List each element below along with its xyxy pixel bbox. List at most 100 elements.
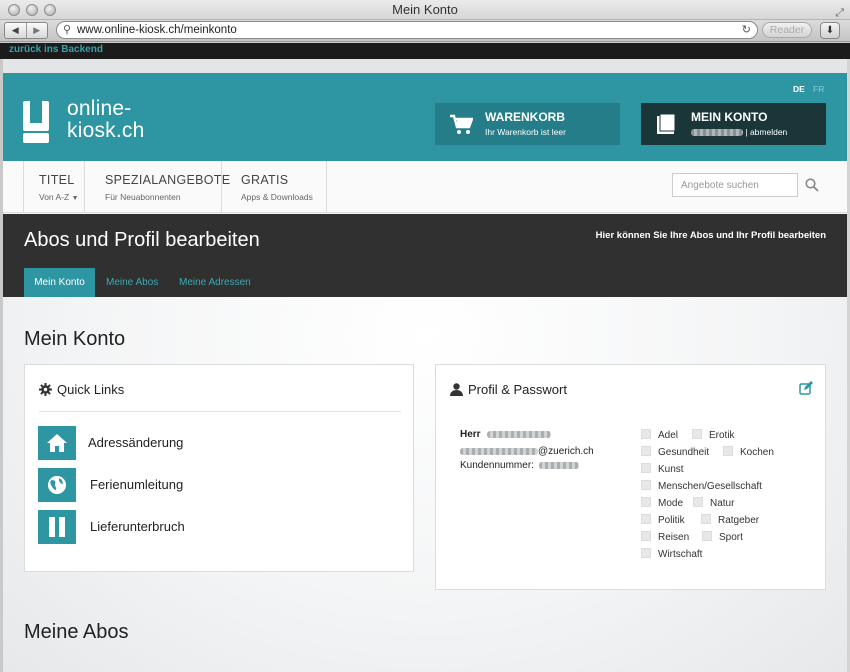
delivery-pause-link[interactable]: Lieferunterbruch	[90, 519, 185, 534]
interest-checkbox[interactable]	[641, 480, 651, 490]
nav-item-sub: Apps & Downloads	[241, 192, 313, 202]
profile-title: Profil & Passwort	[450, 382, 567, 397]
interest-kunst[interactable]: Kunst	[641, 463, 684, 475]
nav-item-label: GRATIS	[241, 173, 289, 187]
profile-panel: Profil & Passwort Herr @zuerich.ch Kunde…	[435, 364, 826, 590]
search-icon[interactable]	[805, 178, 819, 192]
profile-customer-line: Kundennummer:	[460, 460, 579, 471]
back-button[interactable]: ◀	[5, 23, 27, 38]
interest-checkbox[interactable]	[701, 514, 711, 524]
back-to-backend-link[interactable]: zurück ins Backend	[9, 44, 103, 55]
tab-mein-konto[interactable]: Mein Konto	[24, 268, 95, 297]
url-text: www.online-kiosk.ch/meinkonto	[77, 24, 237, 36]
interest-checkbox[interactable]	[641, 514, 651, 524]
redacted-name	[487, 430, 552, 438]
interest-adel[interactable]: Adel	[641, 429, 678, 441]
interest-menschen-gesellschaft[interactable]: Menschen/Gesellschaft	[641, 480, 762, 492]
holiday-redirect-link[interactable]: Ferienumleitung	[90, 477, 183, 492]
interest-mode[interactable]: Mode	[641, 497, 683, 509]
account-subline: | abmelden	[691, 127, 787, 137]
edit-icon[interactable]	[799, 381, 813, 395]
logo-mark-icon	[23, 101, 49, 143]
main-content: Mein Konto Quick Links Adressänderung Fe…	[3, 297, 847, 672]
close-window-button[interactable]	[8, 4, 20, 16]
interest-politik[interactable]: Politik	[641, 514, 685, 526]
minimize-window-button[interactable]	[26, 4, 38, 16]
interest-checkbox[interactable]	[693, 497, 703, 507]
redacted-email	[460, 447, 538, 455]
logout-link[interactable]: | abmelden	[745, 127, 787, 137]
search-icon: ⚲	[63, 24, 72, 36]
nav-item-label: TITEL	[39, 173, 75, 187]
window-titlebar: Mein Konto ⤢	[0, 0, 850, 20]
interest-checkbox[interactable]	[702, 531, 712, 541]
interest-gesundheit[interactable]: Gesundheit	[641, 446, 709, 458]
gear-icon	[39, 383, 52, 396]
interest-label: Adel	[658, 430, 679, 441]
holiday-redirect-button[interactable]	[38, 468, 76, 502]
redacted-customer-number	[538, 461, 579, 469]
interest-ratgeber[interactable]: Ratgeber	[701, 514, 759, 526]
user-icon	[450, 383, 463, 396]
caret-down-icon: ▼	[71, 195, 79, 202]
address-change-button[interactable]	[38, 426, 76, 460]
reload-icon[interactable]: ↻	[742, 22, 751, 38]
site-header: online- kiosk.ch DE FR WARENKORB Ihr War…	[3, 73, 847, 161]
nav-item-titel[interactable]: TITEL Von A-Z ▼	[23, 161, 85, 213]
lang-fr-link[interactable]: FR	[813, 84, 824, 94]
nav-item-label: SPEZIALANGEBOTE	[105, 173, 231, 187]
offer-search-input[interactable]: Angebote suchen	[672, 173, 798, 197]
section-title-mein-konto: Mein Konto	[24, 328, 126, 350]
profile-title-text: Profil & Passwort	[468, 382, 567, 397]
address-bar[interactable]: ⚲ www.online-kiosk.ch/meinkonto ↻	[56, 21, 758, 39]
reader-button[interactable]: Reader	[762, 22, 812, 38]
interest-label: Ratgeber	[718, 515, 760, 526]
interest-checkbox[interactable]	[692, 429, 702, 439]
page-title: Abos und Profil bearbeiten	[24, 229, 260, 251]
interest-erotik[interactable]: Erotik	[692, 429, 735, 441]
quick-links-title-text: Quick Links	[57, 382, 125, 397]
cart-status: Ihr Warenkorb ist leer	[485, 127, 566, 137]
backend-bar: zurück ins Backend	[0, 43, 850, 59]
interest-label: Politik	[658, 515, 685, 526]
interest-checkbox[interactable]	[641, 446, 651, 456]
account-button[interactable]: MEIN KONTO | abmelden	[641, 103, 826, 145]
interest-reisen[interactable]: Reisen	[641, 531, 689, 543]
quick-links-panel: Quick Links Adressänderung Ferienumleitu…	[24, 364, 414, 572]
account-title: MEIN KONTO	[691, 110, 768, 124]
logo-text: online- kiosk.ch	[67, 97, 145, 142]
section-title-meine-abos: Meine Abos	[24, 621, 129, 643]
interest-checkbox[interactable]	[641, 429, 651, 439]
email-domain: @zuerich.ch	[538, 446, 594, 457]
tab-meine-adressen[interactable]: Meine Adressen	[179, 268, 251, 297]
address-change-link[interactable]: Adressänderung	[88, 435, 183, 450]
page-viewport: online- kiosk.ch DE FR WARENKORB Ihr War…	[3, 59, 847, 672]
cart-button[interactable]: WARENKORB Ihr Warenkorb ist leer	[435, 103, 620, 145]
interest-checkbox[interactable]	[641, 497, 651, 507]
profile-name-line: Herr	[460, 429, 552, 440]
interest-kochen[interactable]: Kochen	[723, 446, 774, 458]
tab-meine-abos[interactable]: Meine Abos	[106, 268, 158, 297]
downloads-icon[interactable]: ⬇	[820, 22, 840, 39]
window-title: Mein Konto	[392, 2, 458, 17]
lang-de-link[interactable]: DE	[793, 84, 805, 94]
nav-item-gratis[interactable]: GRATIS Apps & Downloads	[222, 161, 327, 213]
nav-item-sub: Von A-Z	[39, 192, 70, 202]
nav-item-spezialangebote[interactable]: SPEZIALANGEBOTE Für Neuabonnenten	[85, 161, 231, 213]
interest-label: Gesundheit	[658, 447, 710, 458]
interest-checkbox[interactable]	[641, 463, 651, 473]
globe-icon	[48, 476, 66, 494]
delivery-pause-button[interactable]	[38, 510, 76, 544]
interest-sport[interactable]: Sport	[702, 531, 743, 543]
customer-number-label: Kundennummer:	[460, 460, 534, 471]
interest-checkbox[interactable]	[641, 548, 651, 558]
zoom-window-button[interactable]	[44, 4, 56, 16]
interest-wirtschaft[interactable]: Wirtschaft	[641, 548, 702, 560]
interest-checkbox[interactable]	[641, 531, 651, 541]
interest-checkbox[interactable]	[723, 446, 733, 456]
forward-button[interactable]: ▶	[27, 23, 48, 38]
divider	[39, 411, 401, 412]
page-hint: Hier können Sie Ihre Abos und Ihr Profil…	[595, 230, 826, 241]
main-nav: TITEL Von A-Z ▼ SPEZIALANGEBOTE Für Neua…	[3, 161, 847, 213]
interest-natur[interactable]: Natur	[693, 497, 734, 509]
